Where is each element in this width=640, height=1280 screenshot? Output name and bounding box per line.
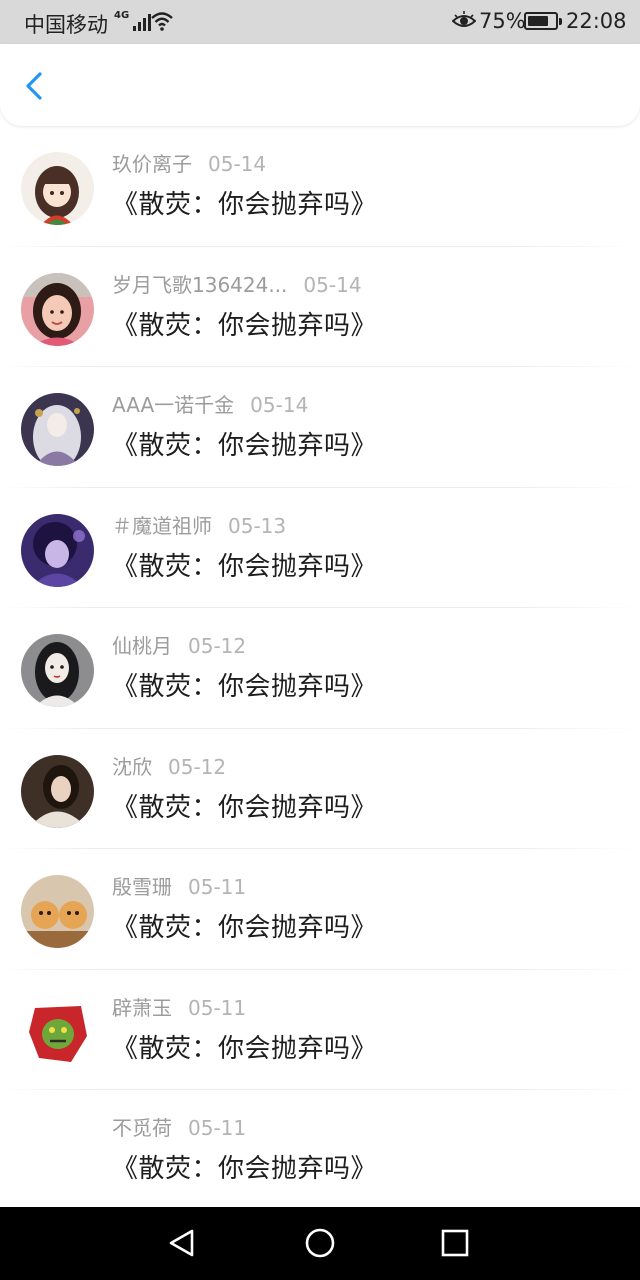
back-triangle-icon[interactable] bbox=[164, 1225, 200, 1261]
avatar[interactable] bbox=[21, 272, 94, 346]
list-item[interactable]: 不觅荷 05-11 《散荧：你会抛弃吗》 bbox=[0, 1090, 640, 1211]
avatar[interactable] bbox=[21, 634, 94, 707]
system-nav-bar bbox=[0, 1207, 640, 1280]
avatar[interactable] bbox=[21, 393, 94, 466]
status-bar: 中国移动 4G 75% 22:08 bbox=[0, 0, 640, 44]
avatar[interactable] bbox=[21, 513, 94, 587]
comment-title[interactable]: 《散荧：你会抛弃吗》 bbox=[112, 184, 377, 221]
comment-date: 05-13 bbox=[228, 513, 287, 538]
comment-date: 05-11 bbox=[188, 875, 247, 899]
list-item[interactable]: 沈欣 05-12 《散荧：你会抛弃吗》 bbox=[0, 729, 640, 849]
wifi-icon bbox=[151, 12, 173, 31]
comment-author[interactable]: 仙桃月 bbox=[112, 634, 172, 658]
home-circle-icon[interactable] bbox=[302, 1225, 338, 1261]
avatar[interactable] bbox=[21, 875, 94, 948]
comment-author[interactable]: 玖价离子 bbox=[112, 152, 192, 176]
comment-date: 05-14 bbox=[208, 152, 267, 176]
list-item[interactable]: AAA一诺千金 05-14 《散荧：你会抛弃吗》 bbox=[0, 367, 640, 488]
comment-date: 05-14 bbox=[250, 393, 309, 417]
list-item[interactable]: 辟萧玉 05-11 《散荧：你会抛弃吗》 bbox=[0, 970, 640, 1090]
list-item[interactable]: 岁月飞歌136424... 05-14 《散荧：你会抛弃吗》 bbox=[0, 247, 640, 367]
network-type: 4G bbox=[114, 10, 130, 21]
comment-author[interactable]: 岁月飞歌136424... bbox=[112, 273, 287, 297]
comment-date: 05-12 bbox=[188, 634, 247, 658]
comment-date: 05-14 bbox=[303, 272, 362, 297]
comment-list: 玖价离子 05-14 《散荧：你会抛弃吗》 岁月飞歌136424... 05-14 … bbox=[0, 126, 640, 1211]
list-item[interactable]: 仙桃月 05-12 《散荧：你会抛弃吗》 bbox=[0, 608, 640, 729]
comment-title[interactable]: 《散荧：你会抛弃吗》 bbox=[112, 425, 377, 462]
recents-square-icon[interactable] bbox=[437, 1225, 473, 1261]
avatar[interactable] bbox=[21, 152, 94, 225]
comment-author[interactable]: 殷雪珊 bbox=[112, 875, 172, 899]
comment-title[interactable]: 《散荧：你会抛弃吗》 bbox=[112, 907, 377, 944]
eye-comfort-icon bbox=[452, 11, 476, 27]
chevron-left-icon[interactable] bbox=[18, 68, 54, 104]
comment-title[interactable]: 《散荧：你会抛弃吗》 bbox=[112, 546, 377, 583]
comment-date: 05-12 bbox=[168, 754, 227, 779]
avatar[interactable] bbox=[21, 754, 94, 828]
comment-title[interactable]: 《散荧：你会抛弃吗》 bbox=[112, 305, 377, 342]
comment-title[interactable]: 《散荧：你会抛弃吗》 bbox=[112, 666, 377, 703]
comment-author[interactable]: 辟萧玉 bbox=[112, 996, 172, 1020]
battery-icon bbox=[524, 12, 562, 30]
comment-date: 05-11 bbox=[188, 1116, 247, 1140]
comment-title[interactable]: 《散荧：你会抛弃吗》 bbox=[112, 1028, 377, 1065]
comment-author[interactable]: AAA一诺千金 bbox=[112, 393, 234, 417]
carrier-name: 中国移动 bbox=[24, 13, 108, 37]
comment-author[interactable]: ＃魔道祖师 bbox=[112, 514, 212, 538]
signal-icon: 4G bbox=[114, 10, 152, 31]
comment-title[interactable]: 《散荧：你会抛弃吗》 bbox=[112, 787, 377, 824]
battery-percent: 75% bbox=[479, 9, 526, 33]
list-item[interactable]: 殷雪珊 05-11 《散荧：你会抛弃吗》 bbox=[0, 849, 640, 970]
list-item[interactable]: 玖价离子 05-14 《散荧：你会抛弃吗》 bbox=[0, 126, 640, 247]
nav-header bbox=[0, 44, 640, 126]
status-clock: 22:08 bbox=[566, 9, 627, 33]
comment-title[interactable]: 《散荧：你会抛弃吗》 bbox=[112, 1148, 377, 1185]
list-item[interactable]: ＃魔道祖师 05-13 《散荧：你会抛弃吗》 bbox=[0, 488, 640, 608]
comment-date: 05-11 bbox=[188, 995, 247, 1020]
comment-author[interactable]: 沈欣 bbox=[112, 755, 152, 779]
avatar[interactable] bbox=[21, 995, 94, 1069]
comment-author[interactable]: 不觅荷 bbox=[112, 1116, 172, 1140]
